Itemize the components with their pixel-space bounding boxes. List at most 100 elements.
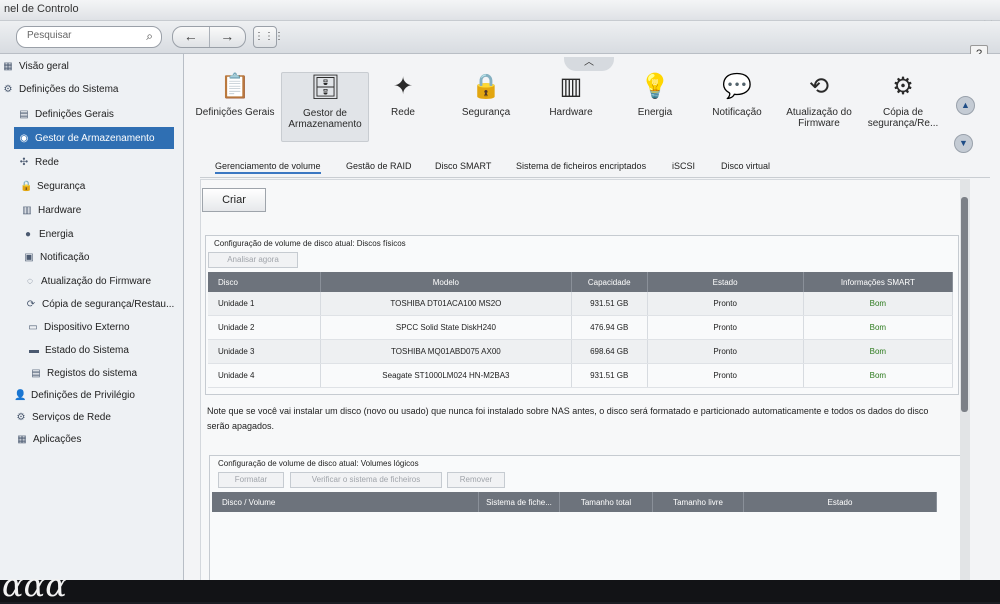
smart-cell: Bom bbox=[803, 339, 954, 364]
warning-note: Note que se você vai instalar um disco (… bbox=[207, 406, 929, 431]
sidebar-item-system-status[interactable]: ▬ Estado do Sistema bbox=[28, 339, 178, 361]
sidebar-item-privilege-settings[interactable]: 👤 Definições de Privilégio bbox=[14, 384, 178, 406]
window-title: nel de Controlo bbox=[4, 3, 79, 15]
analyze-now-button[interactable]: Analisar agora bbox=[208, 252, 298, 268]
app-security[interactable]: 🔒 Segurança bbox=[443, 72, 529, 118]
search-placeholder: Pesquisar bbox=[27, 30, 72, 41]
sidebar-item-label: Dispositivo Externo bbox=[44, 321, 130, 333]
scrollbar-thumb[interactable] bbox=[961, 197, 968, 412]
smart-cell: Bom bbox=[803, 292, 954, 316]
sidebar-item-security[interactable]: 🔒 Segurança bbox=[20, 175, 178, 197]
app-notification[interactable]: 💬 Notificação bbox=[694, 72, 780, 118]
sidebar-item-label: Estado do Sistema bbox=[45, 344, 129, 356]
sidebar-item-label: Atualização do Firmware bbox=[41, 275, 152, 287]
column-header-smart[interactable]: Informações SMART bbox=[803, 272, 954, 292]
model-cell: TOSHIBA DT01ACA100 MS2O bbox=[320, 292, 572, 316]
column-header-volume-state[interactable]: Estado bbox=[743, 492, 937, 512]
scroll-down-icon[interactable]: ▼ bbox=[954, 134, 973, 153]
table-row[interactable]: Unidade 4 Seagate ST1000LM024 HN-M2BA3 9… bbox=[208, 363, 954, 388]
tab-encrypted-filesystem[interactable]: Sistema de ficheiros encriptados bbox=[516, 161, 646, 171]
table-row[interactable]: Unidade 2 SPCC Solid State DiskH240 476.… bbox=[208, 315, 954, 340]
table-header-row: Disco Modelo Capacidade Estado Informaçõ… bbox=[208, 272, 954, 292]
app-storage-manager[interactable]: 🗄 Gestor de Armazenamento bbox=[281, 72, 369, 142]
tab-volume-management[interactable]: Gerenciamento de volume bbox=[215, 161, 321, 174]
table-row[interactable]: Unidade 1 TOSHIBA DT01ACA100 MS2O 931.51… bbox=[208, 292, 954, 316]
column-header-capacity[interactable]: Capacidade bbox=[571, 272, 648, 292]
remove-button[interactable]: Remover bbox=[447, 472, 505, 488]
tab-virtual-disk[interactable]: Disco virtual bbox=[721, 161, 770, 171]
check-filesystem-button[interactable]: Verificar o sistema de ficheiros bbox=[290, 472, 442, 488]
column-header-model[interactable]: Modelo bbox=[320, 272, 572, 292]
app-label: Cópia de segurança/Re... bbox=[867, 107, 939, 129]
sidebar-item-overview[interactable]: ▦ Visão geral bbox=[2, 55, 177, 77]
sidebar-item-label: Visão geral bbox=[19, 60, 69, 72]
app-hardware[interactable]: ▥ Hardware bbox=[528, 72, 614, 118]
title-bar: nel de Controlo bbox=[0, 0, 1000, 21]
overview-icon: ▦ bbox=[3, 60, 13, 72]
app-energy[interactable]: 💡 Energia bbox=[612, 72, 698, 118]
tab-raid-management[interactable]: Gestão de RAID bbox=[346, 161, 412, 171]
sidebar-item-label: Energia bbox=[39, 228, 74, 240]
app-backup[interactable]: ⚙ Cópia de segurança/Re... bbox=[860, 72, 946, 129]
tab-iscsi[interactable]: iSCSI bbox=[672, 161, 695, 171]
sidebar-item-label: Aplicações bbox=[33, 433, 82, 445]
search-icon[interactable]: ⌕ bbox=[146, 29, 153, 44]
app-network[interactable]: ✦ Rede bbox=[360, 72, 446, 118]
settings-icon: ▤ bbox=[19, 108, 29, 120]
sidebar-item-label: Segurança bbox=[37, 180, 86, 192]
column-header-state[interactable]: Estado bbox=[647, 272, 804, 292]
logs-icon: ▤ bbox=[31, 367, 41, 379]
app-label: Energia bbox=[637, 107, 673, 118]
backup-icon: ⟳ bbox=[26, 298, 36, 310]
sidebar-item-system-logs[interactable]: ▤ Registos do sistema bbox=[30, 362, 178, 384]
column-header-volume[interactable]: Disco / Volume bbox=[212, 492, 479, 512]
monitor-bezel bbox=[0, 580, 1000, 602]
column-header-disk[interactable]: Disco bbox=[208, 272, 321, 292]
column-header-free-size[interactable]: Tamanho livre bbox=[652, 492, 744, 512]
sidebar-item-network-services[interactable]: ⚙ Serviços de Rede bbox=[15, 406, 178, 428]
sidebar-item-energy[interactable]: ● Energia bbox=[22, 223, 178, 245]
app-grid-button[interactable]: ⋮⋮⋮ bbox=[253, 26, 284, 48]
sidebar-item-storage-manager[interactable]: ◉ Gestor de Armazenamento bbox=[14, 127, 174, 149]
tab-smart-disk[interactable]: Disco SMART bbox=[435, 161, 491, 171]
app-label: Segurança bbox=[461, 107, 511, 118]
forward-button[interactable]: → bbox=[210, 27, 246, 47]
lock-icon: 🔒 bbox=[20, 180, 33, 192]
state-cell: Pronto bbox=[647, 292, 804, 316]
app-general-settings[interactable]: 📋 Definições Gerais bbox=[192, 72, 278, 118]
format-button[interactable]: Formatar bbox=[218, 472, 284, 488]
table-row[interactable]: Unidade 3 TOSHIBA MQ01ABD075 AX00 698.64… bbox=[208, 339, 954, 364]
search-input[interactable]: Pesquisar ⌕ bbox=[16, 26, 162, 48]
sidebar-item-network[interactable]: ✣ Rede bbox=[18, 151, 178, 173]
sidebar-item-system-settings[interactable]: ⚙ Definições do Sistema bbox=[2, 78, 177, 100]
network-icon: ✦ bbox=[392, 73, 414, 100]
sidebar-item-general-settings[interactable]: ▤ Definições Gerais bbox=[18, 103, 178, 125]
create-button[interactable]: Criar bbox=[202, 188, 266, 212]
content-scrollbar[interactable] bbox=[960, 179, 970, 589]
app-firmware-update[interactable]: ⟲ Atualização do Firmware bbox=[776, 72, 862, 129]
capacity-cell: 476.94 GB bbox=[571, 315, 648, 340]
logical-volumes-title: Configuração de volume de disco atual: V… bbox=[218, 459, 419, 468]
scroll-up-icon[interactable]: ▲ bbox=[956, 96, 975, 115]
column-header-filesystem[interactable]: Sistema de fiche... bbox=[478, 492, 560, 512]
database-icon: ◉ bbox=[19, 132, 29, 144]
external-device-icon: ▭ bbox=[28, 321, 38, 333]
sidebar-item-applications[interactable]: ▦ Aplicações bbox=[16, 428, 178, 450]
logical-volumes-panel: Configuração de volume de disco atual: V… bbox=[209, 455, 964, 590]
sidebar-item-external-device[interactable]: ▭ Dispositivo Externo bbox=[27, 316, 178, 338]
sidebar-item-hardware[interactable]: ▥ Hardware bbox=[21, 199, 178, 221]
back-button[interactable]: ← bbox=[173, 27, 210, 47]
sidebar-item-label: Definições do Sistema bbox=[19, 83, 119, 95]
sidebar-item-notification[interactable]: ▣ Notificação bbox=[23, 246, 178, 268]
storage-manager-icon: 🗄 bbox=[310, 74, 341, 101]
gear-icon: ⚙ bbox=[3, 83, 13, 95]
collapse-handle[interactable]: ︿ bbox=[564, 57, 614, 71]
sidebar-item-label: Hardware bbox=[38, 204, 82, 216]
sidebar-item-firmware[interactable]: ◌ Atualização do Firmware bbox=[24, 270, 178, 292]
model-cell: SPCC Solid State DiskH240 bbox=[320, 315, 572, 340]
disk-cell: Unidade 3 bbox=[208, 339, 321, 364]
volume-management-content: Criar Configuração de volume de disco at… bbox=[200, 179, 965, 591]
column-header-total-size[interactable]: Tamanho total bbox=[559, 492, 653, 512]
capacity-cell: 698.64 GB bbox=[571, 339, 648, 364]
sidebar-item-backup[interactable]: ⟳ Cópia de segurança/Restau... bbox=[25, 293, 178, 315]
